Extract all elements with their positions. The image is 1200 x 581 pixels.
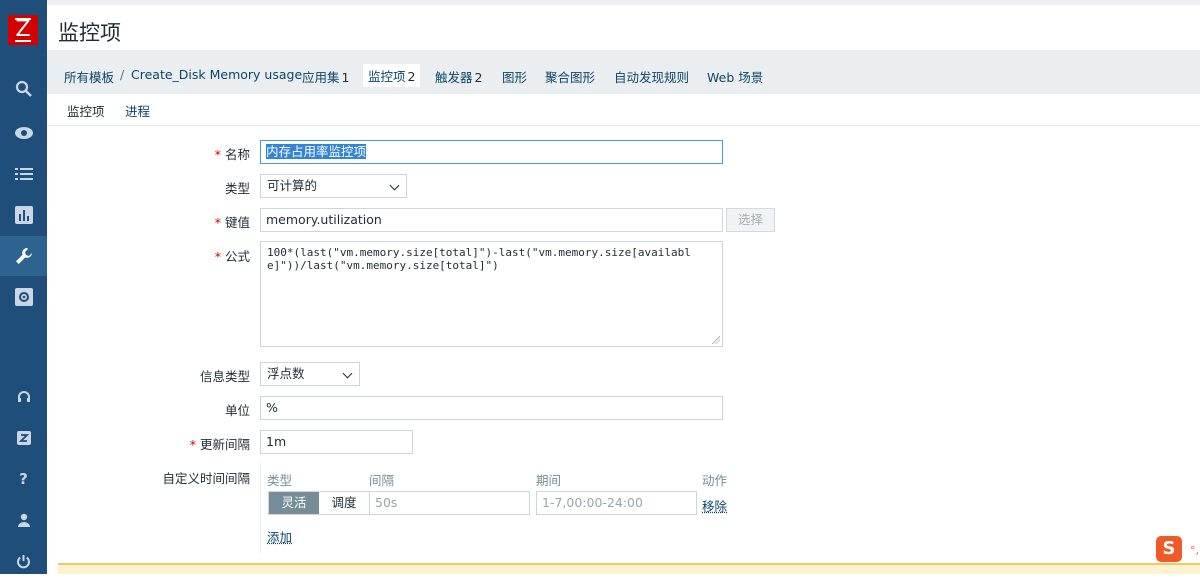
breadcrumb-separator: / bbox=[120, 67, 125, 82]
sidebar: Z ? bbox=[0, 0, 47, 574]
page-title: 监控项 bbox=[58, 21, 121, 45]
subtab-process[interactable]: 进程 bbox=[125, 101, 150, 120]
key-label: * 键值 bbox=[214, 215, 250, 230]
custom-intervals-label: 自定义时间间隔 bbox=[162, 471, 250, 486]
chevron-down-icon bbox=[342, 368, 353, 379]
header: 监控项 bbox=[47, 0, 1200, 50]
units-input[interactable]: % bbox=[260, 396, 723, 420]
share-icon[interactable] bbox=[0, 418, 47, 458]
units-label: 单位 bbox=[224, 403, 250, 418]
info-type-label: 信息类型 bbox=[199, 369, 250, 384]
support-icon[interactable] bbox=[0, 377, 47, 417]
col-period: 期间 bbox=[536, 473, 562, 488]
search-icon[interactable] bbox=[0, 69, 47, 109]
remove-interval-link[interactable]: 移除 bbox=[702, 496, 727, 515]
select-key-button[interactable]: 选择 bbox=[726, 208, 775, 232]
add-interval-link[interactable]: 添加 bbox=[267, 527, 292, 546]
tab-web-scenarios[interactable]: Web 场景 bbox=[707, 67, 763, 86]
scheduling-option[interactable]: 调度 bbox=[319, 492, 369, 514]
warning-message-bar bbox=[58, 563, 1200, 574]
col-interval: 间隔 bbox=[369, 473, 395, 488]
col-type: 类型 bbox=[267, 473, 293, 488]
formula-textarea[interactable]: 100*(last("vm.memory.size[total]")-last(… bbox=[260, 241, 723, 347]
resize-handle-icon[interactable] bbox=[712, 336, 720, 344]
tab-graphs[interactable]: 图形 bbox=[502, 67, 527, 86]
info-type-select[interactable]: 浮点数 bbox=[260, 362, 360, 386]
chevron-down-icon bbox=[389, 180, 400, 191]
help-icon[interactable]: ? bbox=[0, 459, 47, 499]
name-input[interactable]: 内存占用率监控项 bbox=[260, 140, 723, 164]
tab-discovery-rules[interactable]: 自动发现规则 bbox=[614, 67, 689, 86]
sogou-icon: S bbox=[1156, 536, 1182, 562]
interval-type-toggle: 灵活 调度 bbox=[268, 491, 370, 515]
wrench-icon[interactable] bbox=[0, 236, 47, 276]
tab-triggers[interactable]: 触发器 2 bbox=[435, 67, 482, 86]
formula-label: * 公式 bbox=[214, 249, 250, 264]
tab-items[interactable]: 监控项 2 bbox=[363, 64, 421, 87]
flex-period-input[interactable]: 1-7,00:00-24:00 bbox=[536, 491, 697, 515]
update-interval-input[interactable]: 1m bbox=[260, 430, 413, 454]
form-tabs: 监控项 进程 bbox=[47, 94, 1200, 130]
type-label: 类型 bbox=[224, 181, 250, 196]
key-input[interactable]: memory.utilization bbox=[260, 208, 723, 232]
chart-icon[interactable] bbox=[0, 195, 47, 235]
user-icon[interactable] bbox=[0, 500, 47, 540]
list-icon[interactable] bbox=[0, 154, 47, 194]
zabbix-logo[interactable]: Z bbox=[8, 15, 38, 45]
ime-mode: °, bbox=[1190, 544, 1199, 557]
breadcrumb-template[interactable]: Create_Disk Memory usage bbox=[131, 67, 302, 82]
type-select[interactable]: 可计算的 bbox=[260, 174, 407, 198]
tab-applications[interactable]: 应用集 1 bbox=[302, 67, 349, 86]
breadcrumb: 所有模板 / Create_Disk Memory usage 应用集 1 监控项… bbox=[47, 50, 1200, 94]
col-action: 动作 bbox=[702, 473, 728, 488]
flex-interval-input[interactable]: 50s bbox=[369, 491, 530, 515]
custom-intervals-table: 类型 间隔 期间 动作 灵活 调度 50s 1-7,00:00-24:00 移除… bbox=[260, 463, 732, 553]
tab-screens[interactable]: 聚合图形 bbox=[545, 67, 595, 86]
breadcrumb-all-templates[interactable]: 所有模板 bbox=[64, 67, 114, 86]
ime-indicator[interactable]: S bbox=[1156, 536, 1186, 562]
cog-icon[interactable] bbox=[0, 277, 47, 317]
power-icon[interactable] bbox=[0, 541, 47, 581]
eye-icon[interactable] bbox=[0, 113, 47, 153]
flexible-option[interactable]: 灵活 bbox=[269, 492, 319, 514]
update-interval-label: * 更新间隔 bbox=[189, 437, 250, 452]
name-label: * 名称 bbox=[214, 147, 250, 162]
